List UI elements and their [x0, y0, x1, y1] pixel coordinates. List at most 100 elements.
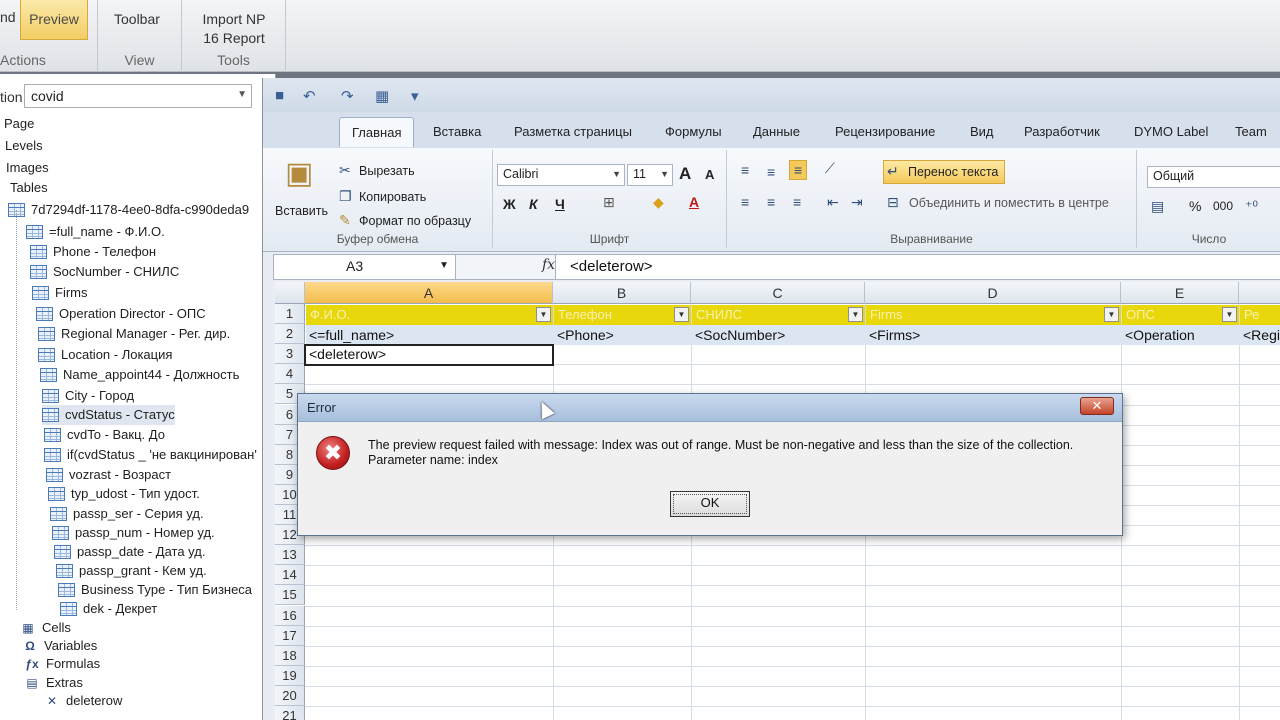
toolbar-button[interactable]: Toolbar: [114, 10, 160, 29]
tab-dymo-label[interactable]: DYMO Label: [1134, 124, 1208, 139]
copy-button[interactable]: Копировать: [359, 190, 426, 204]
tree-item[interactable]: ▤ Extras: [24, 673, 83, 693]
tree-item[interactable]: passp_num - Номер уд.: [52, 523, 215, 543]
tree-item[interactable]: cvdStatus - Статус: [42, 405, 175, 425]
tab-formulas[interactable]: Формулы: [665, 124, 722, 139]
tree-item[interactable]: Levels: [5, 136, 43, 156]
align-bottom-icon[interactable]: ≡: [789, 160, 808, 180]
tab-data[interactable]: Данные: [753, 124, 800, 139]
bold-button[interactable]: Ж: [503, 196, 516, 212]
increase-indent-icon[interactable]: ⇥: [851, 194, 863, 211]
row-header[interactable]: 17: [275, 625, 305, 646]
column-header[interactable]: [1239, 282, 1280, 304]
tree-item[interactable]: Images: [6, 158, 49, 178]
row-header[interactable]: 18: [275, 645, 305, 666]
row-header[interactable]: 16: [275, 605, 305, 626]
preview-button[interactable]: Preview: [20, 0, 88, 40]
tree-item[interactable]: cvdTo - Вакц. До: [44, 425, 165, 445]
header-cell[interactable]: Ф.И.О. ▼: [306, 305, 553, 325]
borders-icon[interactable]: ⊞: [603, 194, 615, 211]
tree-item[interactable]: dek - Декрет: [60, 599, 157, 619]
increase-decimal-icon[interactable]: ⁺⁰: [1245, 198, 1258, 215]
row-header[interactable]: 1: [275, 304, 305, 325]
tree-item[interactable]: Name_appoint44 - Должность: [40, 365, 239, 385]
tree-item[interactable]: passp_date - Дата уд.: [54, 542, 205, 562]
tree-item[interactable]: Page: [4, 114, 34, 134]
filter-dropdown-icon[interactable]: ▼: [674, 307, 689, 322]
tree-item[interactable]: passp_ser - Серия уд.: [50, 504, 204, 524]
tree-item[interactable]: passp_grant - Кем уд.: [56, 561, 207, 581]
row-header[interactable]: 19: [275, 665, 305, 686]
align-middle-icon[interactable]: ≡: [767, 164, 775, 180]
filter-dropdown-icon[interactable]: ▼: [536, 307, 551, 322]
datasource-select[interactable]: covid ▼: [24, 84, 252, 108]
row-header[interactable]: 13: [275, 545, 305, 566]
template-cell[interactable]: <Operation: [1121, 327, 1239, 343]
header-cell[interactable]: ОПС ▼: [1122, 305, 1239, 325]
orientation-icon[interactable]: ⟋: [825, 160, 835, 177]
grow-font-icon[interactable]: A: [679, 164, 691, 184]
filter-dropdown-icon[interactable]: ▼: [1222, 307, 1237, 322]
row-header[interactable]: 20: [275, 685, 305, 706]
wrap-text-button[interactable]: Перенос текста: [883, 160, 1006, 184]
import-np16-button[interactable]: Import NP 16 Report: [196, 10, 272, 48]
tree-item[interactable]: Location - Локация: [38, 345, 172, 365]
ok-button[interactable]: OK: [670, 491, 750, 517]
align-top-icon[interactable]: ≡: [741, 162, 749, 178]
fill-color-icon[interactable]: ◆: [653, 194, 664, 211]
template-cell[interactable]: <Firms>: [865, 327, 1121, 343]
underline-button[interactable]: Ч: [555, 196, 565, 212]
tree-item[interactable]: =full_name - Ф.И.О.: [26, 222, 165, 242]
tree-item[interactable]: if(cvdStatus _ 'не вакцинирован': [44, 445, 257, 465]
fx-icon[interactable]: fx: [542, 257, 555, 273]
tree-item[interactable]: ▦ Cells: [20, 618, 71, 638]
tree-item[interactable]: typ_udost - Тип удост.: [48, 484, 200, 504]
nd-button[interactable]: nd: [0, 8, 16, 27]
tab-insert[interactable]: Вставка: [433, 124, 481, 139]
column-header[interactable]: B: [553, 282, 691, 304]
template-cell[interactable]: <=full_name>: [305, 327, 553, 343]
select-all-corner[interactable]: [275, 282, 305, 304]
number-format-select[interactable]: Общий: [1147, 166, 1280, 188]
currency-icon[interactable]: ▤: [1151, 198, 1164, 215]
column-header[interactable]: A: [305, 282, 553, 304]
header-cell[interactable]: СНИЛС ▼: [692, 305, 865, 325]
tab-team[interactable]: Team: [1235, 124, 1267, 139]
font-color-icon[interactable]: A: [689, 194, 699, 210]
format-painter-button[interactable]: Формат по образцу: [359, 214, 471, 228]
align-right-icon[interactable]: ≡: [793, 194, 801, 210]
percent-button[interactable]: %: [1189, 198, 1201, 214]
tree-item[interactable]: Operation Director - ОПС: [36, 304, 206, 324]
close-button[interactable]: ✕: [1080, 397, 1114, 415]
column-header[interactable]: D: [865, 282, 1121, 304]
redo-icon[interactable]: ↷: [341, 87, 354, 105]
formula-input[interactable]: <deleterow>: [570, 258, 653, 275]
save-icon[interactable]: ■: [275, 87, 284, 104]
decrease-indent-icon[interactable]: ⇤: [827, 194, 839, 211]
template-cell[interactable]: <Regi: [1239, 327, 1280, 343]
tree-item[interactable]: Phone - Телефон: [30, 242, 156, 262]
filter-dropdown-icon[interactable]: ▼: [1104, 307, 1119, 322]
undo-icon[interactable]: ↶: [303, 87, 316, 105]
tree-item[interactable]: ƒx Formulas: [24, 654, 100, 674]
font-size-select[interactable]: 11 ▼: [627, 164, 673, 186]
tree-item[interactable]: Business Type - Тип Бизнеса: [58, 580, 252, 600]
tree-item[interactable]: ✕ deleterow: [44, 691, 122, 711]
tree-item[interactable]: 7d7294df-1178-4ee0-8dfa-c990deda9: [8, 200, 249, 220]
tab-review[interactable]: Рецензирование: [835, 124, 935, 139]
tree-item[interactable]: vozrast - Возраст: [46, 465, 171, 485]
dialog-title-bar[interactable]: Error ✕: [298, 394, 1122, 422]
thousands-button[interactable]: 000: [1213, 199, 1233, 213]
tab-home[interactable]: Главная: [339, 117, 415, 147]
tree-item[interactable]: Regional Manager - Рег. дир.: [38, 324, 230, 344]
tab-view[interactable]: Вид: [970, 124, 994, 139]
tree-item[interactable]: City - Город: [42, 386, 134, 406]
cut-button[interactable]: Вырезать: [359, 164, 415, 178]
row-header[interactable]: 2: [275, 324, 305, 345]
row-header[interactable]: 14: [275, 565, 305, 586]
tree-item[interactable]: Firms: [32, 283, 88, 303]
row-header[interactable]: 3: [275, 344, 305, 365]
customize-qat-icon[interactable]: ▾: [411, 87, 419, 105]
align-left-icon[interactable]: ≡: [741, 194, 749, 210]
grid-icon[interactable]: ▦: [375, 87, 389, 105]
